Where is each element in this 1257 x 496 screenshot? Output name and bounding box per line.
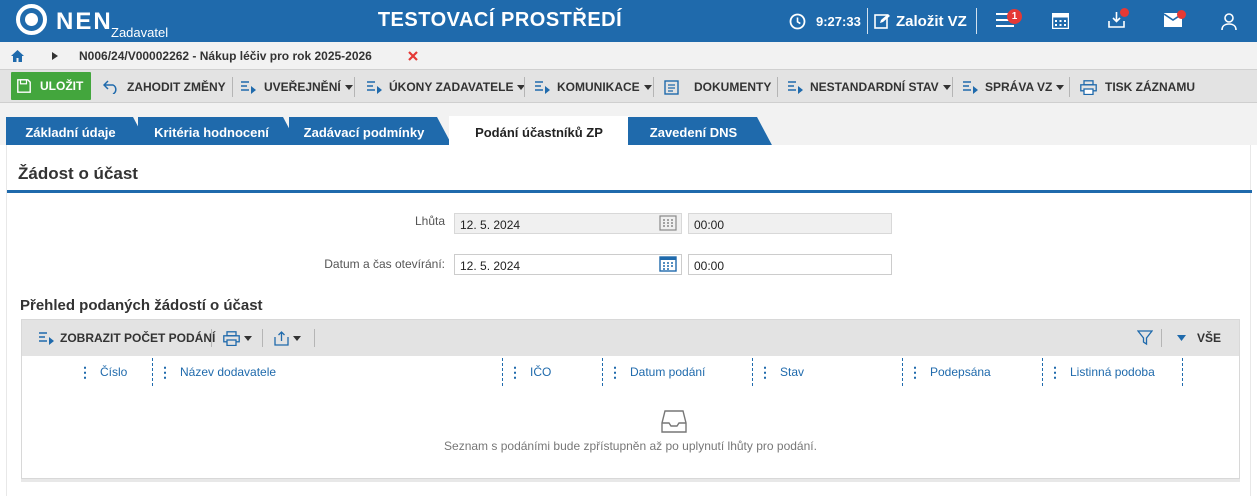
- session-clock: 9:27:33: [789, 0, 861, 42]
- calendar-icon[interactable]: [658, 254, 678, 274]
- list-action-icon: [535, 81, 550, 94]
- nonstandard-state-menu[interactable]: NESTANDARDNÍ STAV: [788, 74, 951, 100]
- tab-participant-submissions[interactable]: Podání účastníků ZP: [449, 116, 629, 148]
- create-vz-button[interactable]: Založit VZ: [874, 0, 967, 42]
- caret-down-icon: [1177, 335, 1186, 341]
- list-action-icon: [241, 81, 256, 94]
- discard-label: ZAHODIT ZMĚNY: [127, 80, 226, 94]
- empty-inbox-icon: [661, 410, 687, 433]
- grid-toolbar: ZOBRAZIT POČET PODÁNÍ VŠE: [22, 320, 1239, 356]
- floppy-icon: [17, 79, 31, 93]
- clock-icon: [789, 13, 806, 29]
- show-count-button[interactable]: ZOBRAZIT POČET PODÁNÍ: [39, 320, 215, 356]
- acts-label: ÚKONY ZADAVATELE: [389, 80, 514, 94]
- export-icon: [274, 330, 289, 346]
- breadcrumb: N006/24/V00002262 - Nákup léčiv pro rok …: [0, 42, 1257, 69]
- calculator-button[interactable]: [1052, 0, 1069, 42]
- grid-print-menu[interactable]: [223, 320, 252, 356]
- list-action-icon: [367, 81, 382, 94]
- list-action-icon: [788, 81, 803, 94]
- documents-label: DOKUMENTY: [694, 80, 772, 94]
- deadline-date-field: 12. 5. 2024: [454, 213, 682, 234]
- breadcrumb-record[interactable]: N006/24/V00002262 - Nákup léčiv pro rok …: [79, 49, 372, 63]
- documents-button[interactable]: DOKUMENTY: [664, 74, 771, 100]
- inbox-alert-dot: [1120, 8, 1129, 17]
- tab-dns-setup[interactable]: Zavedení DNS: [628, 117, 773, 147]
- tab-basic-info[interactable]: Základní údaje: [6, 117, 149, 147]
- printer-icon: [1080, 79, 1097, 95]
- grid-bottom-border: [21, 479, 1240, 482]
- column-date-label: Datum podání: [630, 365, 706, 379]
- column-supplier-label: Název dodavatele: [180, 365, 277, 379]
- tab-tender-conditions[interactable]: Zadávací podmínky: [289, 117, 453, 147]
- chevron-right-icon: [52, 52, 58, 60]
- column-supplier-name[interactable]: ⋮ Název dodavatele: [158, 356, 276, 388]
- main-content: Žádost o účast Lhůta 12. 5. 2024 00:00 D…: [6, 145, 1252, 496]
- publish-label: UVEŘEJNĚNÍ: [264, 80, 341, 94]
- inbox-button[interactable]: [1108, 0, 1129, 42]
- nonstandard-label: NESTANDARDNÍ STAV: [810, 80, 939, 94]
- top-bar: NEN Zadavatel TESTOVACÍ PROSTŘEDÍ 9:27:3…: [0, 0, 1257, 42]
- show-count-label: ZOBRAZIT POČET PODÁNÍ: [60, 331, 216, 345]
- column-paper-label: Listinná podoba: [1070, 365, 1155, 379]
- opening-date-field[interactable]: 12. 5. 2024: [454, 254, 682, 275]
- save-button[interactable]: ULOŽIT: [11, 72, 92, 100]
- calculator-icon: [1052, 13, 1069, 29]
- grid-header: ⋮ Číslo ⋮ Název dodavatele ⋮ IČO ⋮ Datum pod…: [22, 356, 1239, 388]
- empty-state-text: Seznam s podáními bude zpřístupněn až po…: [444, 439, 817, 453]
- action-toolbar: ULOŽIT ZAHODIT ZMĚNY UVEŘEJNĚNÍ ÚKONY ZA…: [0, 69, 1257, 103]
- opening-time-field[interactable]: 00:00: [688, 254, 892, 275]
- filter-icon[interactable]: [1137, 330, 1153, 346]
- column-number[interactable]: ⋮ Číslo: [78, 356, 127, 388]
- tab-evaluation-criteria[interactable]: Kritéria hodnocení: [138, 117, 299, 147]
- deadline-label: Lhůta: [414, 214, 445, 228]
- all-label: VŠE: [1197, 331, 1222, 345]
- column-signed[interactable]: ⋮ Podepsána: [908, 356, 991, 388]
- admin-label: SPRÁVA VZ: [985, 80, 1053, 94]
- list-action-icon: [39, 332, 54, 345]
- publish-menu[interactable]: UVEŘEJNĚNÍ: [241, 74, 353, 100]
- notification-badge: 1: [1007, 8, 1022, 24]
- view-all-menu[interactable]: VŠE: [1177, 320, 1221, 356]
- column-ico-label: IČO: [530, 365, 552, 379]
- print-label: TISK ZÁZNAMU: [1105, 80, 1195, 94]
- column-submission-date[interactable]: ⋮ Datum podání: [608, 356, 705, 388]
- home-icon[interactable]: [11, 50, 24, 62]
- messages-alert-dot: [1177, 9, 1186, 19]
- section-title: Žádost o účast: [18, 164, 138, 183]
- undo-icon: [103, 80, 117, 94]
- clock-time: 9:27:33: [816, 13, 861, 29]
- user-icon: [1221, 12, 1237, 30]
- deadline-time-field: 00:00: [688, 213, 892, 234]
- column-paper-form[interactable]: ⋮ Listinná podoba: [1048, 356, 1155, 388]
- opening-label: Datum a čas otevírání:: [324, 257, 445, 271]
- acts-menu[interactable]: ÚKONY ZADAVATELE: [367, 74, 526, 100]
- submissions-grid: ZOBRAZIT POČET PODÁNÍ VŠE ⋮ Číslo ⋮ Název …: [21, 319, 1240, 479]
- communication-label: KOMUNIKACE: [557, 80, 640, 94]
- section-divider: [7, 190, 1252, 193]
- printer-icon: [223, 330, 240, 346]
- column-status[interactable]: ⋮ Stav: [758, 356, 804, 388]
- edit-icon: [874, 14, 890, 29]
- print-record-button[interactable]: TISK ZÁZNAMU: [1080, 74, 1195, 100]
- discard-changes-button[interactable]: ZAHODIT ZMĚNY: [103, 74, 226, 100]
- communication-menu[interactable]: KOMUNIKACE: [535, 74, 652, 100]
- tab-bar: Základní údaje Kritéria hodnocení Zadáva…: [0, 103, 1257, 148]
- column-ico[interactable]: ⋮ IČO: [508, 356, 551, 388]
- menu-button[interactable]: 1: [996, 0, 1022, 42]
- list-action-icon: [963, 81, 978, 94]
- grid-title: Přehled podaných žádostí o účast: [20, 297, 263, 314]
- close-record-icon[interactable]: [408, 51, 418, 61]
- grid-export-menu[interactable]: [274, 320, 301, 356]
- user-button[interactable]: [1221, 0, 1237, 42]
- save-label: ULOŽIT: [40, 79, 84, 93]
- document-icon: [664, 79, 679, 95]
- messages-button[interactable]: [1163, 0, 1186, 42]
- admin-vz-menu[interactable]: SPRÁVA VZ: [963, 74, 1065, 100]
- column-signed-label: Podepsána: [930, 365, 991, 379]
- column-status-label: Stav: [780, 365, 805, 379]
- column-number-label: Číslo: [100, 365, 128, 379]
- calendar-icon: [659, 215, 677, 231]
- create-vz-label: Založit VZ: [896, 12, 967, 30]
